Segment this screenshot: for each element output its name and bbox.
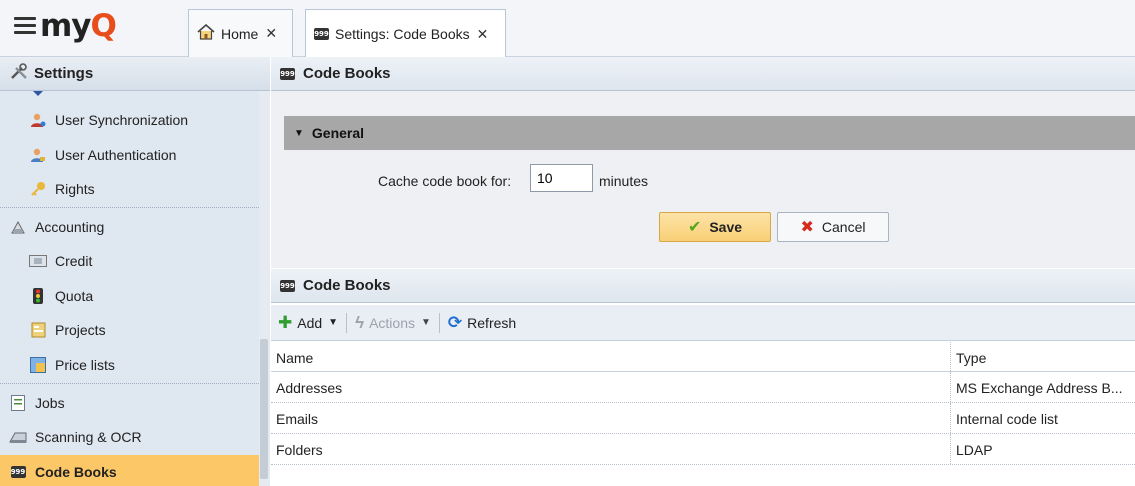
panel-title: 999 Code Books [271, 57, 1135, 91]
cell-name: Folders [276, 442, 323, 458]
tools-icon [10, 62, 28, 85]
codebook-icon: 999 [280, 279, 295, 292]
sidebar-item-credit[interactable]: Credit [0, 244, 259, 278]
sidebar-item-accounting[interactable]: Accounting [0, 210, 259, 244]
accounting-icon [9, 219, 27, 235]
sidebar-header: Settings [0, 57, 270, 91]
myq-logo: myQ [40, 8, 117, 44]
projects-icon [29, 322, 47, 338]
scrollbar-thumb[interactable] [260, 339, 268, 479]
table-row[interactable]: Folders LDAP [271, 434, 1135, 465]
toolbar-divider [346, 312, 348, 333]
add-label: Add [297, 314, 323, 331]
table-row[interactable]: Emails Internal code list [271, 403, 1135, 434]
refresh-icon: ⟳ [447, 312, 463, 332]
toolbar-divider [438, 312, 440, 333]
actions-label: Actions [369, 314, 415, 331]
sidebar-item-label: Credit [55, 253, 93, 269]
top-bar: myQ Home ✕ 999 Settings: Code Books ✕ [0, 0, 1135, 58]
cell-name: Addresses [276, 380, 343, 396]
sidebar-item-code-books[interactable]: 999 Code Books [0, 455, 259, 486]
tab-home[interactable]: Home ✕ [188, 9, 293, 57]
cache-unit-label: minutes [599, 173, 649, 189]
list-title: 999 Code Books [271, 269, 1135, 303]
sidebar-item-jobs[interactable]: Jobs [0, 386, 259, 420]
save-label: Save [709, 219, 743, 235]
quota-icon [29, 288, 47, 304]
table-header: Name Type [271, 342, 1135, 372]
cancel-x-icon: ✖ [800, 219, 814, 236]
sidebar-item-scanning-ocr[interactable]: Scanning & OCR [0, 420, 259, 454]
divider [0, 383, 259, 384]
sidebar-item-label: Price lists [55, 357, 115, 373]
sidebar: Settings User Synchronization User Authe… [0, 57, 270, 486]
cell-type: LDAP [956, 442, 993, 458]
cancel-label: Cancel [821, 219, 866, 235]
dropdown-arrow-icon: ▼ [328, 317, 339, 328]
sidebar-item-label: Jobs [35, 395, 65, 411]
list-title-text: Code Books [303, 277, 391, 294]
tab-settings-code-books[interactable]: 999 Settings: Code Books ✕ [305, 9, 506, 58]
sidebar-item-label: Scanning & OCR [35, 429, 142, 445]
tab-label: Settings: Code Books [335, 26, 470, 42]
column-header-type[interactable]: Type [956, 350, 986, 366]
code-books-table: Name Type Addresses MS Exchange Address … [271, 342, 1135, 465]
scanner-icon [9, 429, 27, 445]
refresh-button[interactable]: ⟳ Refresh [448, 313, 516, 333]
sidebar-item-rights[interactable]: Rights [0, 172, 259, 206]
cache-label: Cache code book for: [378, 173, 512, 189]
section-title: General [311, 125, 365, 141]
sidebar-item-label: Rights [55, 181, 95, 197]
cancel-button[interactable]: ✖ Cancel [777, 212, 889, 242]
close-icon[interactable]: ✕ [477, 26, 489, 43]
price-list-icon [29, 357, 47, 373]
table-row[interactable]: Addresses MS Exchange Address B... [271, 372, 1135, 403]
sidebar-item-label: Code Books [35, 464, 117, 480]
codebook-icon: 999 [314, 28, 329, 40]
close-icon[interactable]: ✕ [265, 25, 277, 42]
menu-icon[interactable] [14, 17, 36, 34]
cell-type: MS Exchange Address B... [956, 380, 1123, 396]
save-button[interactable]: ✔ Save [659, 212, 771, 242]
dropdown-arrow-icon: ▼ [421, 317, 431, 328]
sidebar-item-projects[interactable]: Projects [0, 313, 259, 347]
list-toolbar: ✚ Add ▼ ϟ Actions ▼ ⟳ Refresh [271, 305, 1135, 341]
tab-label: Home [221, 25, 259, 42]
actions-button[interactable]: ϟ Actions ▼ [355, 313, 431, 333]
sidebar-item-label: User Synchronization [55, 112, 189, 128]
codebook-icon: 999 [10, 466, 26, 478]
user-auth-icon [29, 147, 47, 163]
collapse-triangle-icon: ▼ [294, 127, 304, 139]
section-general[interactable]: ▼ General [284, 116, 1135, 150]
codebook-icon: 999 [280, 67, 295, 80]
divider [0, 207, 259, 208]
lightning-icon: ϟ [355, 312, 365, 332]
sidebar-item-label: Projects [55, 322, 106, 338]
cell-name: Emails [276, 411, 319, 427]
sidebar-item-user-authentication[interactable]: User Authentication [0, 138, 259, 172]
sidebar-item-label: Accounting [35, 219, 105, 235]
sidebar-item-label: User Authentication [55, 147, 177, 163]
sidebar-item-label: Quota [55, 288, 94, 304]
credit-icon [29, 253, 47, 269]
jobs-icon [9, 395, 27, 411]
cell-type: Internal code list [956, 411, 1058, 427]
home-icon [197, 23, 215, 43]
panel-title-text: Code Books [303, 65, 391, 82]
refresh-label: Refresh [467, 314, 517, 331]
plus-icon: ✚ [278, 312, 293, 332]
sidebar-title: Settings [34, 65, 94, 82]
sidebar-scrollbar[interactable] [259, 91, 270, 486]
add-button[interactable]: ✚ Add ▼ [278, 313, 338, 333]
column-header-name[interactable]: Name [276, 350, 313, 366]
sidebar-item-price-lists[interactable]: Price lists [0, 348, 259, 382]
sidebar-list: User Synchronization User Authentication… [0, 91, 259, 486]
checkmark-icon: ✔ [687, 219, 702, 236]
sidebar-item-user-synchronization[interactable]: User Synchronization [0, 103, 259, 137]
user-sync-icon [29, 112, 47, 128]
sidebar-item-quota[interactable]: Quota [0, 279, 259, 313]
key-icon [29, 181, 47, 197]
cache-minutes-input[interactable] [530, 164, 593, 192]
